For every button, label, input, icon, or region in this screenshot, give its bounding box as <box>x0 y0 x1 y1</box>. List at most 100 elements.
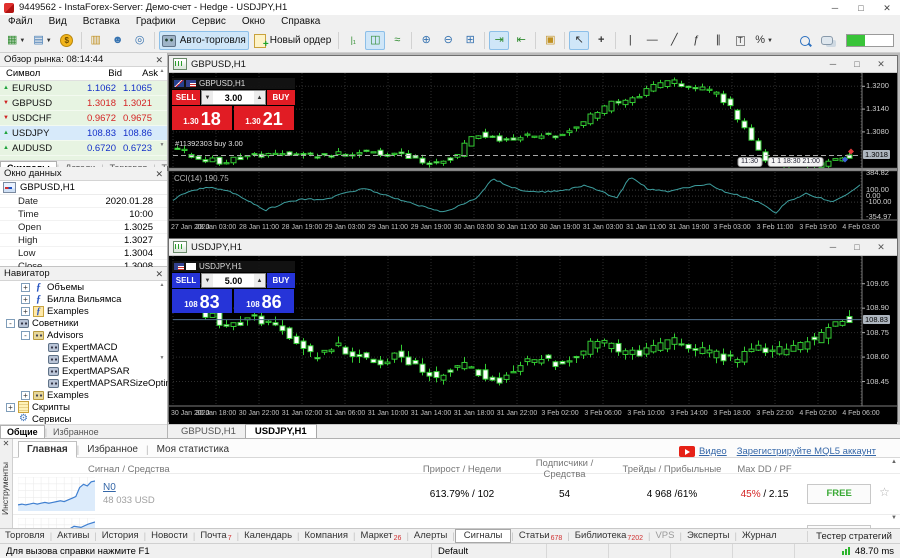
tab-history[interactable]: История <box>97 529 144 543</box>
column-subs[interactable]: Подписчики / Средства <box>517 458 612 480</box>
register-mql5-link[interactable]: Зарегистрируйте MQL5 аккаунт <box>737 446 876 457</box>
scroll-up-icon[interactable]: ▲ <box>891 459 897 465</box>
channel-button[interactable]: ∥ <box>708 31 728 50</box>
accounts-button[interactable]: ▥ <box>86 31 106 50</box>
navigator-item[interactable]: ExpertMAMA <box>0 353 167 365</box>
tree-expand-icon[interactable]: + <box>21 307 30 316</box>
tab-market[interactable]: Маркет26 <box>355 529 406 544</box>
signals-tab-main[interactable]: Главная <box>18 441 77 458</box>
scroll-down-icon[interactable]: ▼ <box>891 515 897 521</box>
close-icon[interactable]: ✕ <box>155 269 163 279</box>
chart-tab-usdjpy-h1[interactable]: USDJPY,H1 <box>245 424 317 438</box>
tab-alerts[interactable]: Алерты <box>409 529 452 543</box>
usdjpy-chart-canvas[interactable]: USDJPY,H1 SELL ▼ 5.00 ▲ BUY 108 <box>169 256 897 424</box>
menu-file[interactable]: Файл <box>0 15 41 29</box>
navigator-tab-common[interactable]: Общие <box>0 425 45 438</box>
maximize-button[interactable]: □ <box>848 1 874 15</box>
chart-shift-button[interactable]: ⇥ <box>489 31 509 50</box>
volume-increase-button[interactable]: ▲ <box>254 91 265 104</box>
navigator-item[interactable]: -Советники <box>0 317 167 329</box>
templates-button[interactable]: ▣ <box>540 31 560 50</box>
sell-price-button[interactable]: 1.30 18 <box>172 106 232 130</box>
fibonacci-button[interactable]: ƒ <box>686 31 706 50</box>
sell-button[interactable]: SELL <box>172 273 200 288</box>
tab-trade[interactable]: Торговля <box>0 529 50 543</box>
tab-experts[interactable]: Эксперты <box>682 529 735 543</box>
zoom-out-button[interactable]: ⊖ <box>438 31 458 50</box>
chart-maximize-button[interactable]: □ <box>845 242 869 253</box>
column-growth[interactable]: Прирост / Недели <box>407 464 517 475</box>
chart-minimize-button[interactable]: ─ <box>821 242 845 253</box>
navigator-tab-favorites[interactable]: Избранное <box>47 426 105 438</box>
signals-tab-my-stats[interactable]: Моя статистика <box>149 442 238 457</box>
scroll-down-icon[interactable]: ▼ <box>157 142 167 148</box>
navigator-item[interactable]: ExpertMACD <box>0 341 167 353</box>
volume-value[interactable]: 5.00 <box>213 274 254 287</box>
close-icon[interactable]: ✕ <box>155 169 163 179</box>
buy-price-button[interactable]: 108 86 <box>234 289 294 313</box>
zoom-in-button[interactable]: ⊕ <box>416 31 436 50</box>
column-ask[interactable]: Ask <box>122 68 158 79</box>
chart-tab-gbpusd-h1[interactable]: GBPUSD,H1 <box>172 425 245 438</box>
tab-vps[interactable]: VPS <box>650 529 679 543</box>
market-watch-row[interactable]: ▼USDCHF0.96720.9675 <box>0 111 167 126</box>
tree-expand-icon[interactable]: - <box>6 319 15 328</box>
crosshair-button[interactable]: + <box>591 31 611 50</box>
favorite-star-icon[interactable]: ☆ <box>879 485 890 499</box>
bar-chart-mode-button[interactable]: |₁ <box>343 31 363 50</box>
text-label-button[interactable]: T <box>730 31 750 50</box>
gbpusd-chart-canvas[interactable]: GBPUSD,H1 SELL ▼ 3.00 ▲ BUY 1.30 <box>169 73 897 240</box>
tree-expand-icon[interactable]: + <box>21 391 30 400</box>
tab-assets[interactable]: Активы <box>52 529 94 543</box>
tab-company[interactable]: Компания <box>300 529 353 543</box>
arrows-button[interactable]: %▼ <box>752 31 776 50</box>
volume-increase-button[interactable]: ▲ <box>254 274 265 287</box>
volume-decrease-button[interactable]: ▼ <box>202 274 213 287</box>
sell-button[interactable]: SELL <box>172 90 200 105</box>
tab-news[interactable]: Новости <box>146 529 193 543</box>
tab-journal[interactable]: Журнал <box>737 529 782 543</box>
column-trades[interactable]: Трейды / Прибыльные <box>612 464 732 475</box>
broadcast-button[interactable]: ◎ <box>130 31 150 50</box>
chart-window-titlebar[interactable]: GBPUSD,H1 ─ □ ✕ <box>169 56 897 73</box>
chart-maximize-button[interactable]: □ <box>845 59 869 70</box>
menu-service[interactable]: Сервис <box>184 15 234 29</box>
navigator-item[interactable]: -Advisors <box>0 329 167 341</box>
video-link[interactable]: Видео <box>699 446 727 457</box>
search-button[interactable] <box>795 31 815 50</box>
sell-price-button[interactable]: 108 83 <box>172 289 232 313</box>
tab-codebase[interactable]: Библиотека7202 <box>570 529 648 544</box>
volume-decrease-button[interactable]: ▼ <box>202 91 213 104</box>
volume-value[interactable]: 3.00 <box>213 91 254 104</box>
status-latency[interactable]: 48.70 ms <box>795 544 900 558</box>
chart-minimize-button[interactable]: ─ <box>821 59 845 70</box>
buy-button[interactable]: BUY <box>267 90 295 105</box>
new-chart-button[interactable]: ▦▼ <box>4 31 28 50</box>
navigator-item[interactable]: ExpertMAPSARSizeOptim <box>0 377 167 389</box>
menu-insert[interactable]: Вставка <box>75 15 128 29</box>
column-bid[interactable]: Bid <box>84 68 122 79</box>
free-button[interactable]: FREE <box>807 484 871 504</box>
tree-expand-icon[interactable]: + <box>6 403 15 412</box>
scroll-up-icon[interactable]: ▲ <box>157 68 167 74</box>
wizard-button[interactable]: $ <box>57 31 77 50</box>
horizontal-line-button[interactable]: — <box>642 31 662 50</box>
signal-name-link[interactable]: N0 <box>103 482 116 493</box>
strategy-tester-tab[interactable]: Тестер стратегий <box>807 531 900 542</box>
navigator-item[interactable]: +ƒExamples <box>0 305 167 317</box>
market-watch-row[interactable]: ▲AUDUSD0.67200.6723 <box>0 141 167 156</box>
close-icon[interactable]: ✕ <box>0 439 12 449</box>
tree-expand-icon[interactable]: + <box>21 295 30 304</box>
trendline-button[interactable]: ╱ <box>664 31 684 50</box>
chart-close-button[interactable]: ✕ <box>869 59 893 70</box>
menu-charts[interactable]: Графики <box>128 15 184 29</box>
market-watch-row[interactable]: ▲USDJPY108.83108.86 <box>0 126 167 141</box>
menu-view[interactable]: Вид <box>41 15 75 29</box>
navigator-item[interactable]: +Examples <box>0 389 167 401</box>
close-icon[interactable]: ✕ <box>155 55 163 65</box>
tab-mail[interactable]: Почта7 <box>195 529 236 544</box>
signals-tab-favorites[interactable]: Избранное <box>79 442 146 457</box>
vertical-line-button[interactable]: | <box>620 31 640 50</box>
user-button[interactable]: ☻ <box>108 31 128 50</box>
market-watch-row[interactable]: ▼GBPUSD1.30181.3021 <box>0 96 167 111</box>
